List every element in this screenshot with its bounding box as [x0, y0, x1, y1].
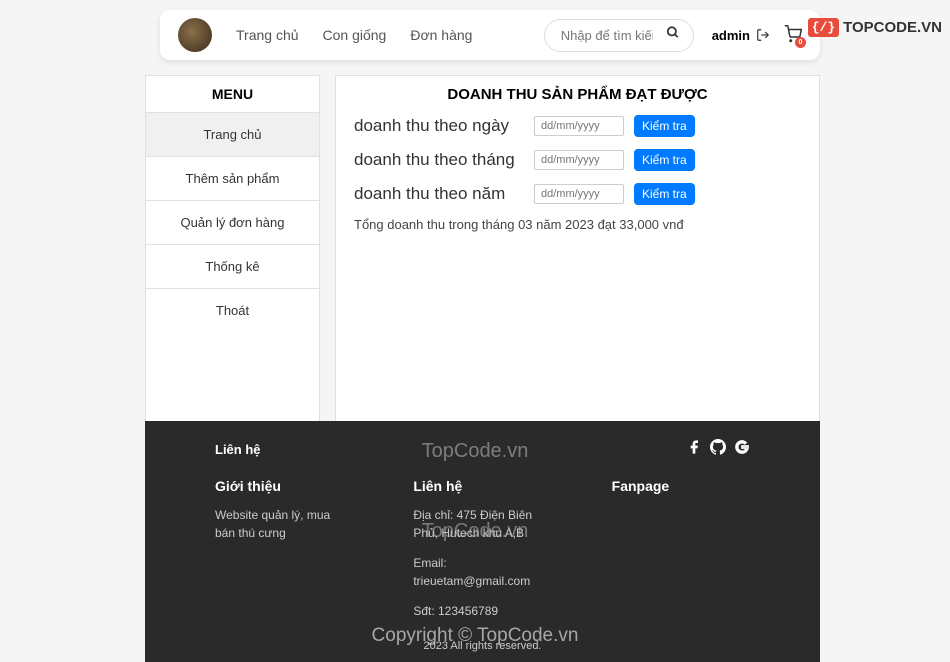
footer-address: Địa chỉ: 475 Điện Biên Phủ, Hutech khu A… [413, 506, 551, 542]
check-button-month[interactable]: Kiểm tra [634, 149, 695, 171]
nav-links: Trang chủ Con giống Đơn hàng [226, 21, 482, 49]
date-input-month[interactable] [534, 150, 624, 170]
footer-contact-title: Liên hệ [413, 478, 551, 494]
topbar: Trang chủ Con giống Đơn hàng admin 0 [160, 10, 820, 60]
content-wrap: MENU Trang chủ Thêm sản phẩm Quản lý đơn… [145, 75, 820, 445]
check-button-year[interactable]: Kiểm tra [634, 183, 695, 205]
nav-home[interactable]: Trang chủ [226, 21, 309, 49]
date-input-year[interactable] [534, 184, 624, 204]
watermark-brand: TOPCODE.VN [843, 19, 942, 36]
user-name: admin [712, 28, 750, 43]
footer-phone: Sđt: 123456789 [413, 602, 551, 620]
facebook-icon[interactable] [686, 439, 702, 460]
footer-fanpage-title: Fanpage [612, 478, 750, 494]
footer-col-about: Giới thiệu Website quản lý, mua bán thú … [215, 478, 353, 632]
revenue-row-year: doanh thu theo năm Kiểm tra [354, 183, 801, 205]
footer-about-title: Giới thiệu [215, 478, 353, 494]
footer-contact-link[interactable]: Liên hệ [215, 442, 261, 457]
nav-orders[interactable]: Đơn hàng [400, 21, 482, 49]
watermark-badge: {/} [808, 18, 839, 37]
user-area: admin 0 [712, 25, 802, 46]
search-wrap [544, 19, 694, 52]
revenue-label-month: doanh thu theo tháng [354, 150, 524, 170]
sidebar-item-home[interactable]: Trang chủ [146, 113, 319, 157]
revenue-label-day: doanh thu theo ngày [354, 116, 524, 136]
footer-top: Liên hệ [215, 439, 750, 460]
check-button-day[interactable]: Kiểm tra [634, 115, 695, 137]
footer-about-text: Website quản lý, mua bán thú cưng [215, 506, 353, 542]
footer-email: Email: trieuetam@gmail.com [413, 554, 551, 590]
sidebar-item-exit[interactable]: Thoát [146, 289, 319, 332]
summary-text: Tổng doanh thu trong tháng 03 năm 2023 đ… [354, 217, 801, 232]
footer: Liên hệ Giới thiệu Website quản lý, mua … [145, 421, 820, 662]
footer-col-fanpage: Fanpage [612, 478, 750, 632]
footer-bottom: 2023 All rights reserved. [215, 640, 750, 652]
revenue-row-month: doanh thu theo tháng Kiểm tra [354, 149, 801, 171]
sidebar-title: MENU [146, 76, 319, 113]
search-icon[interactable] [666, 26, 680, 45]
github-icon[interactable] [710, 439, 726, 460]
revenue-label-year: doanh thu theo năm [354, 184, 524, 204]
google-icon[interactable] [734, 439, 750, 460]
nav-breed[interactable]: Con giống [313, 21, 397, 49]
cart-wrap[interactable]: 0 [784, 25, 802, 46]
sidebar-item-manage-orders[interactable]: Quản lý đơn hàng [146, 201, 319, 245]
footer-col-contact: Liên hệ Địa chỉ: 475 Điện Biên Phủ, Hute… [413, 478, 551, 632]
sidebar-item-stats[interactable]: Thống kê [146, 245, 319, 289]
sidebar-item-add-product[interactable]: Thêm sản phẩm [146, 157, 319, 201]
main-panel: DOANH THU SẢN PHẨM ĐẠT ĐƯỢC doanh thu th… [335, 75, 820, 445]
cart-badge: 0 [795, 37, 806, 48]
watermark-logo: {/} TOPCODE.VN [808, 18, 942, 37]
avatar[interactable] [178, 18, 212, 52]
date-input-day[interactable] [534, 116, 624, 136]
sidebar: MENU Trang chủ Thêm sản phẩm Quản lý đơn… [145, 75, 320, 445]
panel-title: DOANH THU SẢN PHẨM ĐẠT ĐƯỢC [354, 86, 801, 103]
logout-icon[interactable] [756, 28, 770, 42]
social-icons [686, 439, 750, 460]
revenue-row-day: doanh thu theo ngày Kiểm tra [354, 115, 801, 137]
footer-cols: Giới thiệu Website quản lý, mua bán thú … [215, 478, 750, 632]
